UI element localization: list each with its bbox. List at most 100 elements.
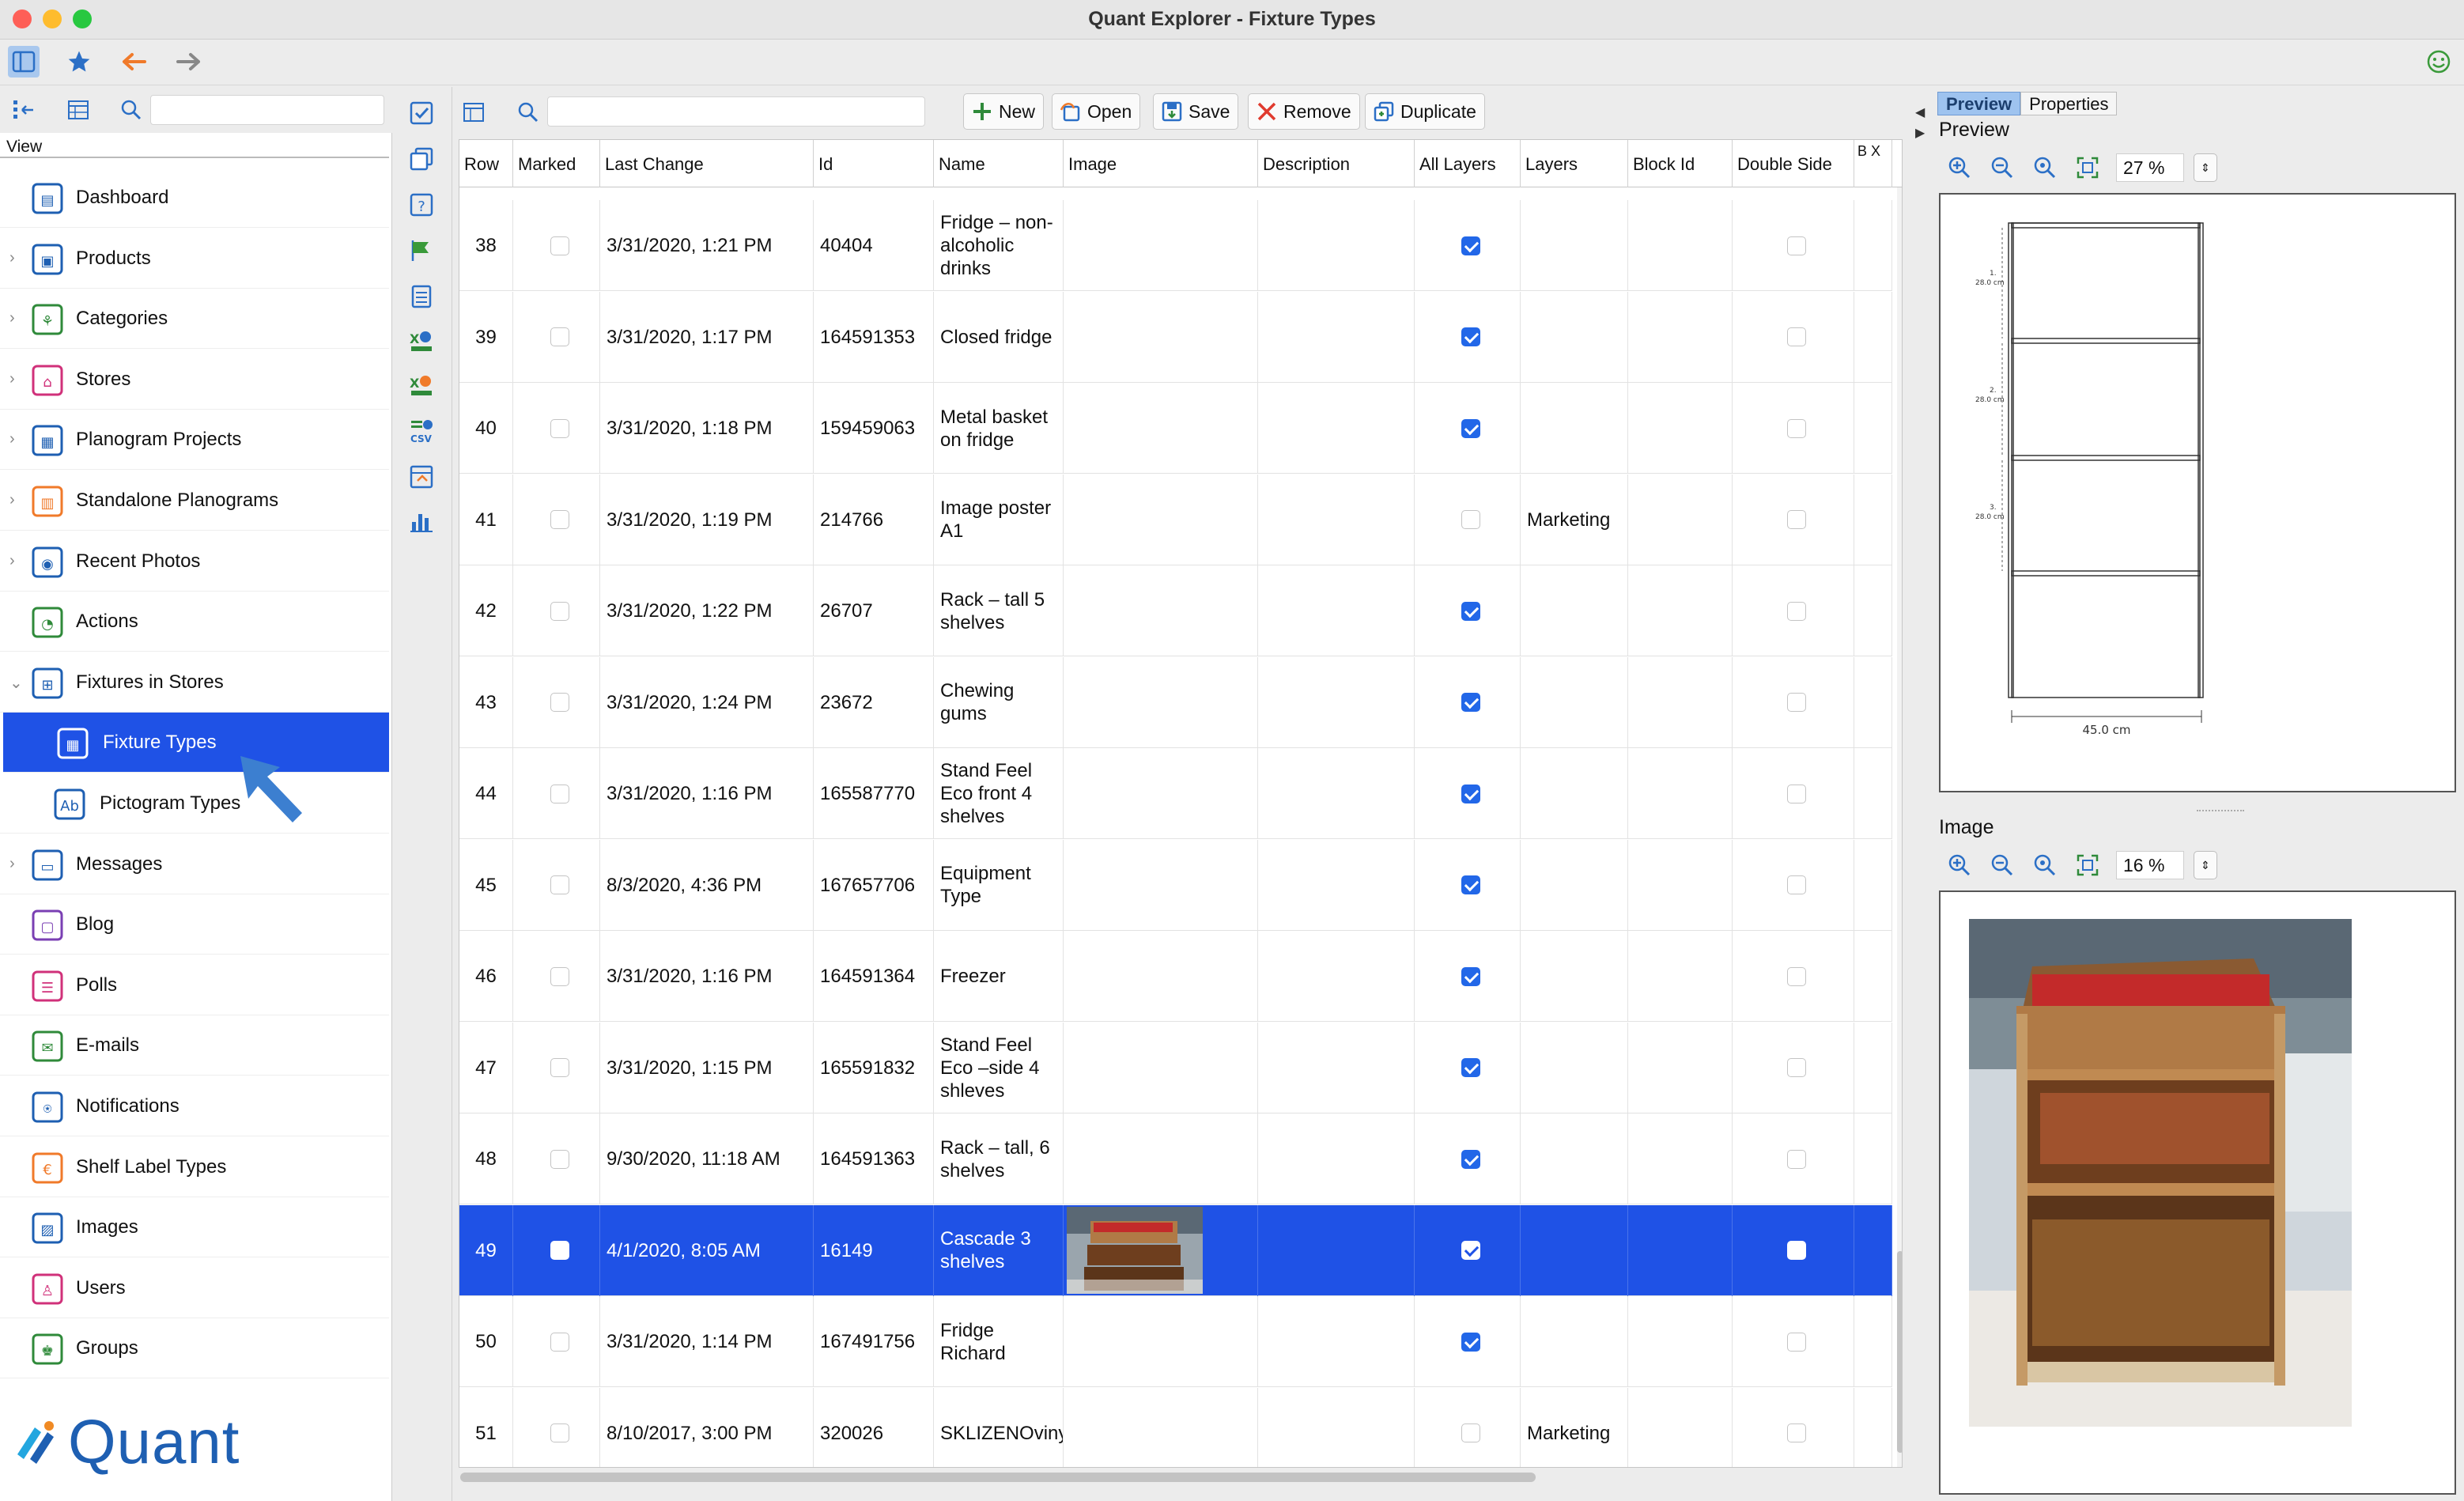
- chevron-right-icon[interactable]: ›: [9, 370, 15, 388]
- vertical-scrollbar[interactable]: [1897, 187, 1902, 1467]
- marked-checkbox[interactable]: [550, 601, 569, 621]
- table-row[interactable]: 44 3/31/2020, 1:16 PM 165587770 Stand Feel …: [459, 748, 1892, 839]
- zoom-actual-size-icon[interactable]: [2029, 152, 2061, 183]
- excel-export-icon[interactable]: X: [408, 372, 440, 403]
- all-layers-checkbox[interactable]: [1461, 784, 1480, 803]
- table-row[interactable]: 43 3/31/2020, 1:24 PM 23672 Chewing gums: [459, 656, 1892, 748]
- all-layers-checkbox[interactable]: [1461, 1332, 1480, 1352]
- help-icon[interactable]: ?: [408, 191, 440, 223]
- chevron-down-icon[interactable]: ⌄: [9, 673, 23, 693]
- marked-checkbox[interactable]: [550, 510, 569, 529]
- chevron-right-icon[interactable]: ›: [9, 430, 15, 448]
- duplicate-button[interactable]: Duplicate: [1365, 93, 1485, 130]
- csv-icon[interactable]: CSV: [408, 418, 440, 449]
- double-side-checkbox[interactable]: [1786, 418, 1806, 438]
- sidebar-item-categories[interactable]: › ⚘ Categories: [0, 289, 389, 350]
- chevron-right-icon[interactable]: ›: [9, 552, 15, 570]
- sidebar-item-messages[interactable]: › ▭ Messages: [0, 834, 389, 894]
- sidebar-item-blog[interactable]: ▢ Blog: [0, 894, 389, 955]
- table-row[interactable]: 41 3/31/2020, 1:19 PM 214766 Image poster A…: [459, 474, 1892, 565]
- header-col-b-x[interactable]: B X: [1854, 140, 1892, 187]
- header-col-last-change[interactable]: Last Change: [600, 140, 814, 187]
- table-row[interactable]: 47 3/31/2020, 1:15 PM 165591832 Stand Feel …: [459, 1022, 1892, 1113]
- marked-checkbox[interactable]: [550, 1058, 569, 1077]
- double-side-checkbox[interactable]: [1786, 510, 1806, 529]
- marked-checkbox[interactable]: [550, 1423, 569, 1442]
- double-side-checkbox[interactable]: [1786, 1423, 1806, 1442]
- collapse-left-arrow-icon[interactable]: ◀: [1915, 104, 1925, 120]
- marked-checkbox[interactable]: [550, 327, 569, 346]
- all-layers-checkbox[interactable]: [1461, 1241, 1480, 1260]
- table-row[interactable]: 51 8/10/2017, 3:00 PM 320026 SKLIZENOviny Ma…: [459, 1387, 1892, 1467]
- all-layers-checkbox[interactable]: [1461, 693, 1480, 712]
- table-export-icon[interactable]: [408, 463, 440, 495]
- double-side-checkbox[interactable]: [1786, 966, 1806, 986]
- double-side-checkbox[interactable]: [1786, 327, 1806, 346]
- all-layers-checkbox[interactable]: [1461, 327, 1480, 346]
- feedback-smiley-icon[interactable]: [2423, 46, 2455, 78]
- sidebar-item-fixture-types[interactable]: ▦ Fixture Types: [3, 713, 389, 773]
- horizontal-scrollbar-thumb[interactable]: [460, 1473, 1536, 1482]
- header-col-description[interactable]: Description: [1258, 140, 1415, 187]
- marked-checkbox[interactable]: [550, 1149, 569, 1169]
- mark-all-icon[interactable]: [408, 100, 440, 131]
- table-settings-icon[interactable]: [63, 94, 95, 126]
- flag-icon[interactable]: [408, 237, 440, 269]
- sidebar-item-standalone-planograms[interactable]: › ▥ Standalone Planograms: [0, 471, 389, 531]
- navigation-search-input[interactable]: [150, 95, 384, 125]
- marked-checkbox[interactable]: [550, 236, 569, 255]
- double-side-checkbox[interactable]: [1786, 693, 1806, 712]
- open-button[interactable]: Open: [1052, 93, 1141, 130]
- chevron-right-icon[interactable]: ›: [9, 491, 15, 509]
- marked-checkbox[interactable]: [550, 784, 569, 803]
- sidebar-item-recent-photos[interactable]: › ◉ Recent Photos: [0, 531, 389, 592]
- vertical-scrollbar-thumb[interactable]: [1897, 1251, 1902, 1453]
- chevron-right-icon[interactable]: ›: [9, 249, 15, 267]
- table-row[interactable]: 38 3/31/2020, 1:21 PM 40404 Fridge – non-al…: [459, 200, 1892, 291]
- double-side-checkbox[interactable]: [1786, 1332, 1806, 1352]
- collapse-panel-icon[interactable]: [459, 96, 490, 128]
- header-col-double-side[interactable]: Double Side: [1733, 140, 1854, 187]
- new-button[interactable]: New: [963, 93, 1045, 130]
- sidebar-item-e-mails[interactable]: ✉ E-mails: [0, 1015, 389, 1076]
- table-row[interactable]: 49 4/1/2020, 8:05 AM 16149 Cascade 3 shelve…: [459, 1204, 1892, 1296]
- back-arrow-icon[interactable]: [119, 46, 150, 78]
- sidebar-item-actions[interactable]: ◔ Actions: [0, 592, 389, 652]
- list-document-icon[interactable]: [408, 283, 440, 315]
- marked-checkbox[interactable]: [550, 693, 569, 712]
- remove-button[interactable]: Remove: [1248, 93, 1360, 130]
- sidebar-item-pictogram-types[interactable]: Ab Pictogram Types: [0, 773, 389, 834]
- expand-right-arrow-icon[interactable]: ▶: [1915, 125, 1925, 141]
- header-col-image[interactable]: Image: [1064, 140, 1258, 187]
- sidebar-item-groups[interactable]: ♚ Groups: [0, 1318, 389, 1379]
- all-layers-checkbox[interactable]: [1461, 1058, 1480, 1077]
- image-zoom-fit-icon[interactable]: [2072, 849, 2103, 881]
- zoom-fit-icon[interactable]: [2072, 152, 2103, 183]
- header-col-block-id[interactable]: Block Id: [1628, 140, 1733, 187]
- double-side-checkbox[interactable]: [1786, 236, 1806, 255]
- sidebar-item-fixtures-in-stores[interactable]: ⌄ ⊞ Fixtures in Stores: [0, 652, 389, 713]
- all-layers-checkbox[interactable]: [1461, 601, 1480, 621]
- table-row[interactable]: 42 3/31/2020, 1:22 PM 26707 Rack – tall 5 s…: [459, 565, 1892, 656]
- horizontal-scrollbar[interactable]: [459, 1473, 1903, 1482]
- preview-zoom-field[interactable]: 27 %: [2116, 153, 2184, 182]
- table-row[interactable]: 50 3/31/2020, 1:14 PM 167491756 Fridge Rich…: [459, 1296, 1892, 1387]
- header-col-layers[interactable]: Layers: [1521, 140, 1628, 187]
- image-zoom-field[interactable]: 16 %: [2116, 851, 2184, 879]
- double-side-checkbox[interactable]: [1786, 784, 1806, 803]
- double-side-checkbox[interactable]: [1786, 1149, 1806, 1169]
- preview-zoom-stepper[interactable]: ⇕: [2194, 153, 2217, 182]
- all-layers-checkbox[interactable]: [1461, 236, 1480, 255]
- image-zoom-actual-size-icon[interactable]: [2029, 849, 2061, 881]
- sidebar-item-stores[interactable]: › ⌂ Stores: [0, 350, 389, 410]
- chevron-right-icon[interactable]: ›: [9, 855, 15, 873]
- header-col-name[interactable]: Name: [934, 140, 1064, 187]
- forward-arrow-icon[interactable]: [172, 46, 204, 78]
- table-row[interactable]: 40 3/31/2020, 1:18 PM 159459063 Metal baske…: [459, 383, 1892, 474]
- image-zoom-out-icon[interactable]: [1986, 849, 2018, 881]
- toggle-sidebar-icon[interactable]: [8, 46, 40, 78]
- header-col-all-layers[interactable]: All Layers: [1415, 140, 1521, 187]
- double-side-checkbox[interactable]: [1786, 875, 1806, 894]
- tab-properties[interactable]: Properties: [2020, 92, 2118, 115]
- header-col-id[interactable]: Id: [814, 140, 934, 187]
